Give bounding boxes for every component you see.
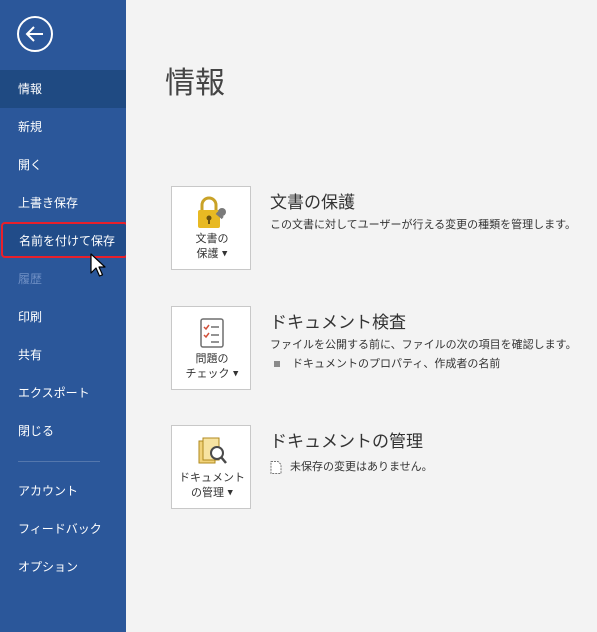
check-issues-label: 問題の チェック ▼ xyxy=(185,352,239,380)
sidebar-item-share[interactable]: 共有 xyxy=(0,336,126,374)
manage-document-label: ドキュメント の管理 ▼ xyxy=(179,471,245,499)
checklist-icon xyxy=(194,316,230,350)
backstage-main: 情報 文書の 保護 ▼ 文書の保護 この文書に対してユーザーが行える変更の種類を… xyxy=(126,0,597,632)
backstage-sidebar: 情報 新規 開く 上書き保存 名前を付けて保存 履歴 印刷 共有 エクスポート … xyxy=(0,0,128,632)
sidebar-item-history: 履歴 xyxy=(18,272,43,286)
inspect-document-bullet: ドキュメントのプロパティ、作成者の名前 xyxy=(274,355,500,371)
protect-document-section: 文書の 保護 ▼ 文書の保護 この文書に対してユーザーが行える変更の種類を管理し… xyxy=(171,186,597,272)
unsaved-changes-note: 未保存の変更はありません。 xyxy=(270,458,433,474)
manage-document-title: ドキュメントの管理 xyxy=(270,432,423,452)
inspect-document-description: ファイルを公開する前に、ファイルの次の項目を確認します。 xyxy=(270,338,577,351)
back-arrow-icon[interactable] xyxy=(16,15,54,53)
check-issues-button[interactable]: 問題の チェック ▼ xyxy=(171,306,251,390)
sidebar-item-account[interactable]: アカウント xyxy=(0,472,126,510)
word-backstage-info: 情報 新規 開く 上書き保存 名前を付けて保存 履歴 印刷 共有 エクスポート … xyxy=(0,0,597,632)
sidebar-item-open[interactable]: 開く xyxy=(0,146,126,184)
protect-document-title: 文書の保護 xyxy=(270,193,355,213)
lock-key-icon xyxy=(194,196,230,230)
sidebar-divider xyxy=(18,461,100,462)
search-document-icon xyxy=(194,435,230,469)
inspect-document-title: ドキュメント検査 xyxy=(270,313,406,333)
manage-document-section: ドキュメント の管理 ▼ ドキュメントの管理 未保存の変更はありません。 xyxy=(171,425,597,511)
sidebar-item-info[interactable]: 情報 xyxy=(0,70,126,108)
protect-document-button[interactable]: 文書の 保護 ▼ xyxy=(171,186,251,270)
sidebar-item-feedback[interactable]: フィードバック xyxy=(0,510,126,548)
sidebar-item-export[interactable]: エクスポート xyxy=(0,374,126,412)
page-title: 情報 xyxy=(165,66,225,101)
protect-document-label: 文書の 保護 ▼ xyxy=(195,232,229,260)
document-icon xyxy=(270,460,282,474)
sidebar-item-options[interactable]: オプション xyxy=(0,548,126,586)
sidebar-item-print[interactable]: 印刷 xyxy=(0,298,126,336)
sidebar-item-close[interactable]: 閉じる xyxy=(0,412,126,450)
inspect-document-section: 問題の チェック ▼ ドキュメント検査 ファイルを公開する前に、ファイルの次の項… xyxy=(171,306,597,392)
sidebar-item-new[interactable]: 新規 xyxy=(0,108,126,146)
manage-document-button[interactable]: ドキュメント の管理 ▼ xyxy=(171,425,251,509)
sidebar-item-save-as[interactable]: 名前を付けて保存 xyxy=(1,222,128,258)
sidebar-item-save[interactable]: 上書き保存 xyxy=(0,184,126,222)
protect-document-description: この文書に対してユーザーが行える変更の種類を管理します。 xyxy=(270,218,577,231)
bullet-icon xyxy=(274,361,280,367)
